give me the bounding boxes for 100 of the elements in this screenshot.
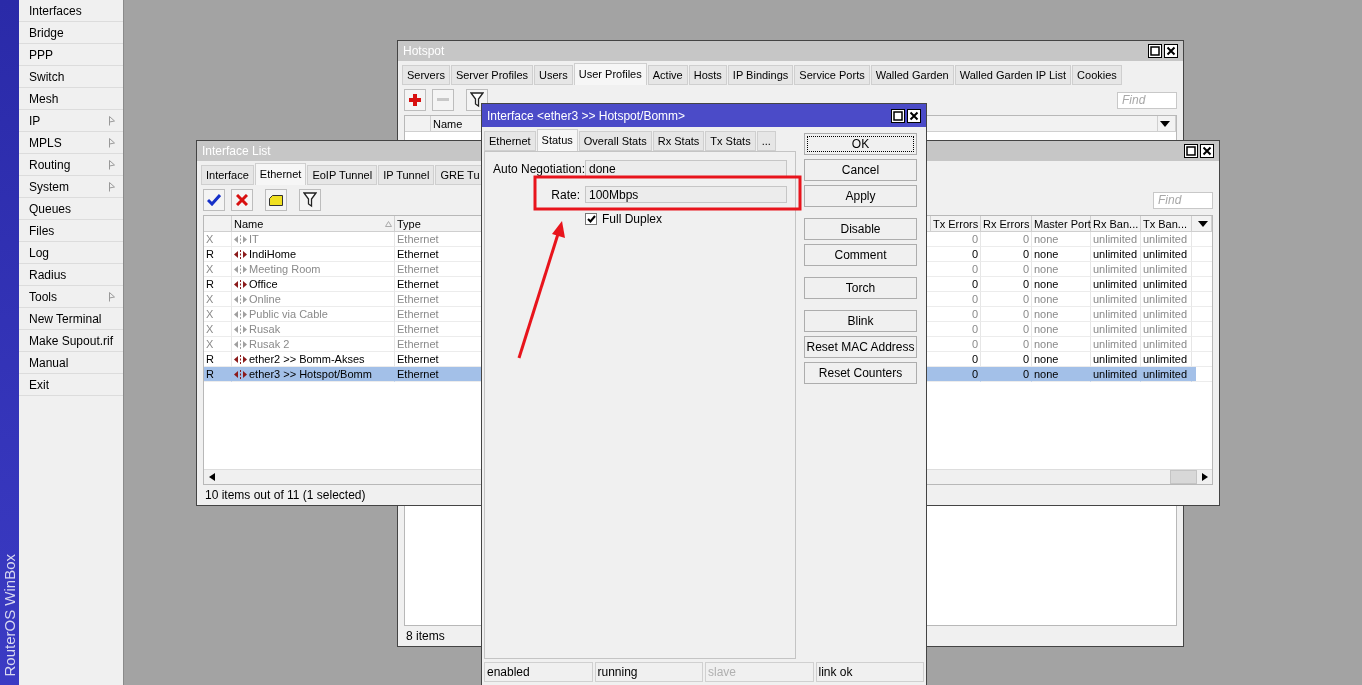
interface-name: Online	[249, 291, 281, 307]
column-header[interactable]: Tx Errors	[931, 216, 981, 232]
tab[interactable]: Server Profiles	[450, 65, 534, 85]
enable-button[interactable]	[203, 189, 225, 211]
submenu-arrow-icon	[109, 115, 115, 126]
menu-item[interactable]: Tools	[19, 286, 123, 308]
menu-item[interactable]: Interfaces	[19, 0, 123, 22]
table-cell: unlimited	[1091, 307, 1141, 322]
tab[interactable]: User Profiles	[573, 63, 647, 85]
find-field[interactable]: Find	[1117, 91, 1177, 109]
menu-item[interactable]: Manual	[19, 352, 123, 374]
menu-item[interactable]: Switch	[19, 66, 123, 88]
menu-item[interactable]: IP	[19, 110, 123, 132]
tab[interactable]: EoIP Tunnel	[307, 165, 378, 185]
dialog-button[interactable]: Reset Counters	[804, 362, 917, 384]
tab[interactable]: Tx Stats	[705, 131, 756, 151]
menu-item[interactable]: Exit	[19, 374, 123, 396]
dialog-button[interactable]: Torch	[804, 277, 917, 299]
left-arrow-icon[interactable]	[208, 473, 215, 481]
field-label: Rate:	[550, 187, 580, 202]
tab[interactable]: Overall Stats	[578, 131, 652, 151]
column-header[interactable]: Tx Ban...	[1141, 216, 1192, 232]
menu-item[interactable]: System	[19, 176, 123, 198]
table-cell: 0	[981, 277, 1032, 292]
dialog-button[interactable]: Disable	[804, 218, 917, 240]
dialog-button[interactable]: Blink	[804, 310, 917, 332]
tab[interactable]: Status	[536, 129, 578, 151]
menu-item[interactable]: Files	[19, 220, 123, 242]
scrollbar-thumb[interactable]	[1170, 470, 1197, 484]
menu-item[interactable]: Queues	[19, 198, 123, 220]
table-cell: 0	[931, 367, 981, 382]
dialog-button[interactable]: Cancel	[804, 159, 917, 181]
filter-button[interactable]	[466, 89, 488, 111]
status-cell: link ok	[815, 662, 924, 682]
tab[interactable]: Users	[534, 65, 573, 85]
add-button[interactable]	[404, 89, 426, 111]
interface-name: IT	[249, 231, 259, 247]
menu-item[interactable]: Bridge	[19, 22, 123, 44]
menu-item[interactable]: Log	[19, 242, 123, 264]
dialog-button[interactable]: Apply	[804, 185, 917, 207]
menu-item[interactable]: MPLS	[19, 132, 123, 154]
find-field[interactable]: Find	[1153, 191, 1213, 209]
disable-button[interactable]	[231, 189, 253, 211]
menu-item[interactable]: Radius	[19, 264, 123, 286]
dropdown-icon[interactable]	[1198, 220, 1208, 227]
tab[interactable]: Walled Garden	[870, 65, 954, 85]
column-header[interactable]: Rx Errors	[981, 216, 1032, 232]
tab[interactable]: Active	[647, 65, 688, 85]
column-header[interactable]: Master Port	[1032, 216, 1091, 232]
table-cell: unlimited	[1091, 292, 1141, 307]
tab[interactable]: Service Ports	[794, 65, 870, 85]
tab[interactable]: Ethernet	[254, 163, 307, 185]
column-header[interactable]: Name	[232, 216, 395, 232]
table-cell: unlimited	[1091, 322, 1141, 337]
menu-item[interactable]: New Terminal	[19, 308, 123, 330]
close-icon[interactable]	[1200, 144, 1214, 158]
tab[interactable]: IP Bindings	[727, 65, 794, 85]
table-cell: none	[1032, 307, 1091, 322]
tab[interactable]: Interface	[201, 165, 254, 185]
menu-item[interactable]: Make Supout.rif	[19, 330, 123, 352]
menu-item[interactable]: Routing	[19, 154, 123, 176]
brand-label: RouterOS WinBox	[1, 554, 18, 677]
table-cell: 0	[931, 307, 981, 322]
table-cell: unlimited	[1141, 247, 1192, 262]
table-cell: unlimited	[1141, 322, 1192, 337]
table-cell: unlimited	[1141, 307, 1192, 322]
check-icon	[207, 194, 221, 206]
table-cell: 0	[931, 322, 981, 337]
right-arrow-icon[interactable]	[1201, 473, 1208, 481]
close-icon[interactable]	[1164, 44, 1178, 58]
filter-icon	[303, 192, 317, 208]
ethernet-icon	[234, 279, 247, 289]
ethernet-icon	[234, 234, 247, 244]
table-cell: 0	[981, 367, 1032, 382]
menu-item[interactable]: PPP	[19, 44, 123, 66]
maximize-icon[interactable]	[1148, 44, 1162, 58]
tab[interactable]: Ethernet	[484, 131, 536, 151]
tab[interactable]: Rx Stats	[652, 131, 705, 151]
column-header[interactable]: Rx Ban...	[1091, 216, 1141, 232]
tab[interactable]: Servers	[402, 65, 450, 85]
table-cell: 0	[931, 262, 981, 277]
checkbox[interactable]	[585, 213, 597, 225]
table-cell: 0	[931, 292, 981, 307]
comment-button[interactable]	[265, 189, 287, 211]
tab[interactable]: Hosts	[688, 65, 727, 85]
dialog-button[interactable]: Reset MAC Address	[804, 336, 917, 358]
filter-button[interactable]	[299, 189, 321, 211]
tab[interactable]: Cookies	[1072, 65, 1122, 85]
dialog-button[interactable]: Comment	[804, 244, 917, 266]
dropdown-icon[interactable]	[1160, 120, 1170, 127]
maximize-icon[interactable]	[1184, 144, 1198, 158]
menu-item[interactable]: Mesh	[19, 88, 123, 110]
tab[interactable]: IP Tunnel	[378, 165, 435, 185]
close-icon[interactable]	[907, 108, 921, 123]
table-cell: 0	[931, 232, 981, 247]
dialog-button[interactable]: OK	[804, 133, 917, 155]
maximize-icon[interactable]	[891, 108, 905, 123]
tab[interactable]: ...	[756, 131, 776, 151]
table-cell: unlimited	[1141, 277, 1192, 292]
tab[interactable]: Walled Garden IP List	[954, 65, 1072, 85]
